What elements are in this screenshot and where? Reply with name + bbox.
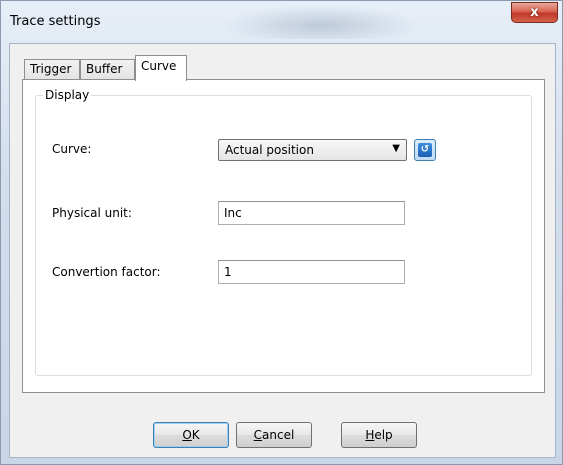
tab-curve[interactable]: Curve [135,55,187,81]
ok-mnemonic: O [182,428,192,442]
dialog-client-area: Trigger Buffer Curve Display Curve: Actu… [9,43,556,458]
tab-trigger-label: Trigger [30,62,72,76]
ok-button[interactable]: OK [153,422,229,448]
physical-unit-value: Inc [224,206,242,220]
curve-select-value: Actual position [225,143,314,157]
curve-label: Curve: [52,142,92,156]
ok-label-rest: K [191,428,200,442]
cancel-button[interactable]: Cancel [236,422,312,448]
tab-buffer[interactable]: Buffer [80,59,135,80]
help-label-rest: elp [374,428,393,442]
dialog-window: Trace settings x Trigger Buffer Curve Di… [0,0,563,465]
tab-panel-curve: Display Curve: Actual position ▼ ↺ Physi… [22,79,545,393]
conversion-factor-field[interactable]: 1 [218,260,405,284]
close-icon: x [530,5,539,20]
help-button[interactable]: Help [341,422,417,448]
refresh-icon: ↺ [418,143,432,157]
title-bar[interactable]: Trace settings x [1,1,563,43]
help-mnemonic: H [365,428,375,442]
physical-unit-field[interactable]: Inc [218,201,405,225]
cancel-mnemonic: C [253,428,263,442]
physical-unit-label: Physical unit: [52,206,132,220]
refresh-curve-button[interactable]: ↺ [414,139,436,161]
conversion-factor-label: Convertion factor: [52,265,161,279]
cancel-label-rest: ancel [262,428,295,442]
close-button[interactable]: x [511,2,558,23]
conversion-factor-value: 1 [224,265,232,279]
tab-buffer-label: Buffer [86,62,123,76]
tab-trigger[interactable]: Trigger [24,59,80,80]
display-group-title: Display [43,88,92,102]
curve-select[interactable]: Actual position ▼ [218,139,407,161]
titlebar-glass [221,5,421,39]
chevron-down-icon: ▼ [392,143,400,154]
tab-curve-label: Curve [141,59,177,73]
window-title: Trace settings [10,14,101,29]
display-groupbox: Display Curve: Actual position ▼ ↺ Physi… [35,88,532,376]
